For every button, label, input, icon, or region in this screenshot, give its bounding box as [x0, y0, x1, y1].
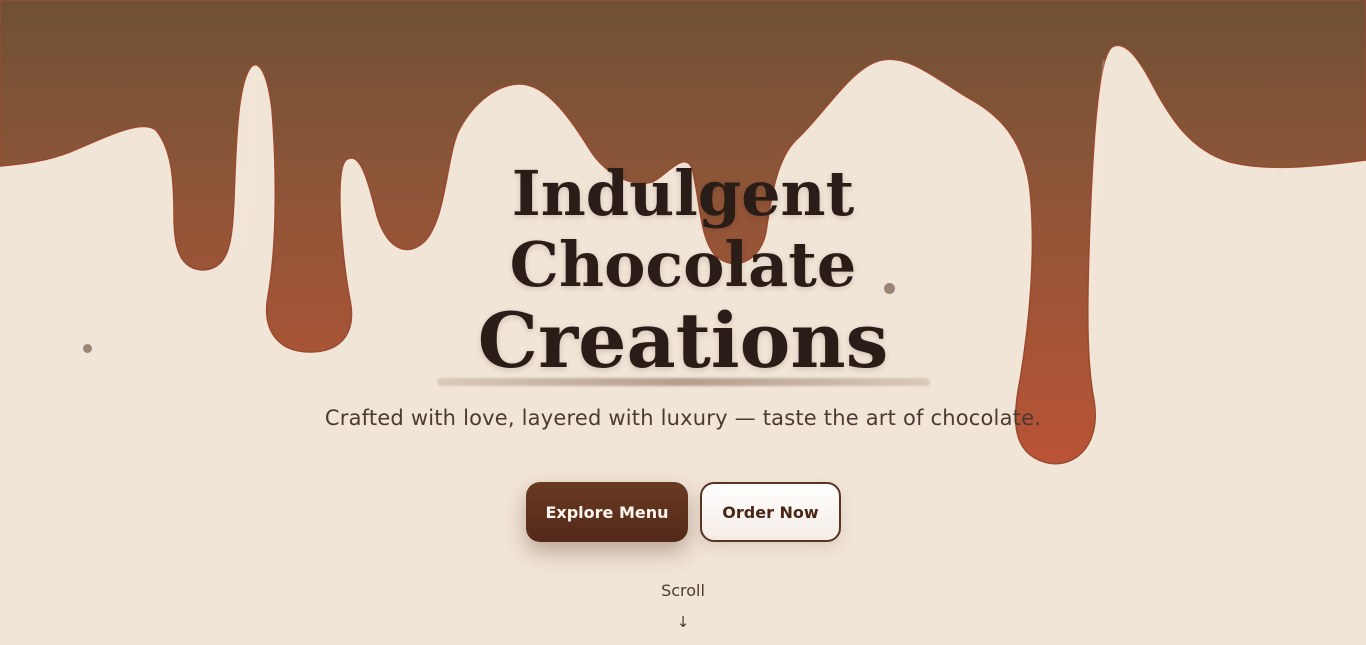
order-now-button[interactable]: Order Now — [700, 482, 841, 542]
hero-title-line-3: Creations — [477, 296, 889, 385]
hero-title: Indulgent Chocolate Creations — [0, 158, 1366, 382]
hero-title-line-2: Chocolate — [509, 228, 857, 301]
explore-menu-button[interactable]: Explore Menu — [526, 482, 688, 542]
hero-section: Indulgent Chocolate Creations Crafted wi… — [0, 0, 1366, 645]
hero-title-line-1: Indulgent — [511, 157, 855, 230]
hero-subtitle: Crafted with love, layered with luxury —… — [324, 406, 1042, 430]
title-underline — [437, 378, 930, 386]
scroll-label[interactable]: Scroll — [0, 581, 1366, 600]
arrow-down-icon[interactable]: ↓ — [0, 613, 1366, 631]
